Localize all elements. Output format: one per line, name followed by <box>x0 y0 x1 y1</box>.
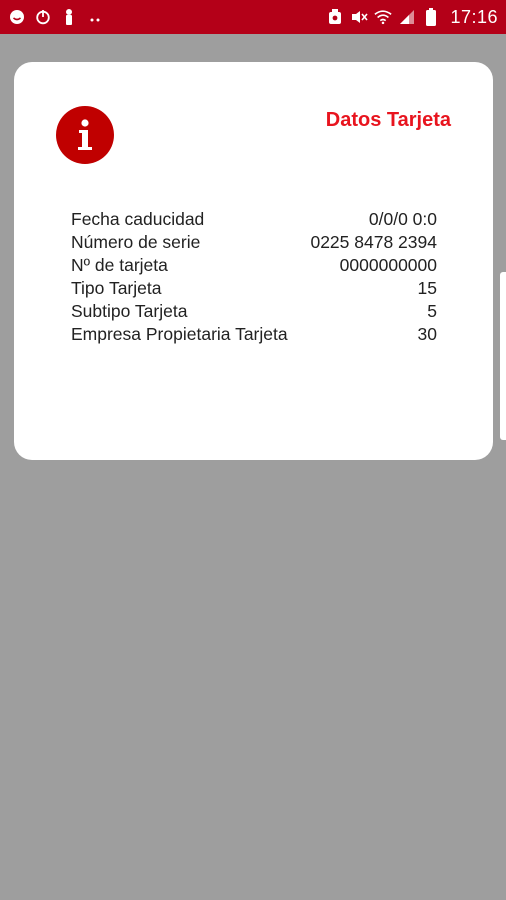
system-icons: 17:16 <box>326 5 498 29</box>
detail-value: 15 <box>417 278 437 298</box>
nfc-icon <box>326 8 344 26</box>
sync-icon <box>34 8 52 26</box>
detail-row-serial: Número de serie 0225 8478 2394 <box>71 231 437 254</box>
detail-label: Nº de tarjeta <box>71 255 168 275</box>
detail-row-card-type: Tipo Tarjeta 15 <box>71 277 437 300</box>
card-details-dialog: Datos Tarjeta Fecha caducidad 0/0/0 0:0 … <box>14 62 493 460</box>
detail-value: 0000000000 <box>339 255 437 275</box>
detail-row-owner-company: Empresa Propietaria Tarjeta 30 <box>71 323 437 346</box>
details-list: Fecha caducidad 0/0/0 0:0 Número de seri… <box>71 208 437 346</box>
detail-label: Empresa Propietaria Tarjeta <box>71 324 288 344</box>
signal-icon <box>398 8 416 26</box>
detail-label: Número de serie <box>71 232 201 252</box>
detail-row-card-number: Nº de tarjeta 0000000000 <box>71 254 437 277</box>
scroll-indicator[interactable] <box>500 272 506 440</box>
detail-row-expiry: Fecha caducidad 0/0/0 0:0 <box>71 208 437 231</box>
detail-value: 0/0/0 0:0 <box>368 209 437 229</box>
detail-value: 5 <box>427 301 437 321</box>
detail-label: Subtipo Tarjeta <box>71 301 188 321</box>
detail-value: 30 <box>417 324 437 344</box>
status-bar: 17:16 <box>0 0 506 34</box>
card-title: Datos Tarjeta <box>325 109 451 131</box>
battery-icon <box>422 8 440 26</box>
mute-icon <box>350 8 369 26</box>
detail-row-card-subtype: Subtipo Tarjeta 5 <box>71 300 437 323</box>
detail-label: Tipo Tarjeta <box>71 278 162 298</box>
whatsapp-icon <box>8 8 26 26</box>
notification-icons <box>8 7 104 27</box>
detail-label: Fecha caducidad <box>71 209 205 229</box>
figure-icon <box>60 8 78 26</box>
wifi-icon <box>374 8 393 26</box>
more-dots-icon <box>86 8 104 26</box>
clock: 17:16 <box>450 6 498 27</box>
detail-value: 0225 8478 2394 <box>310 232 437 252</box>
info-icon <box>56 106 114 164</box>
